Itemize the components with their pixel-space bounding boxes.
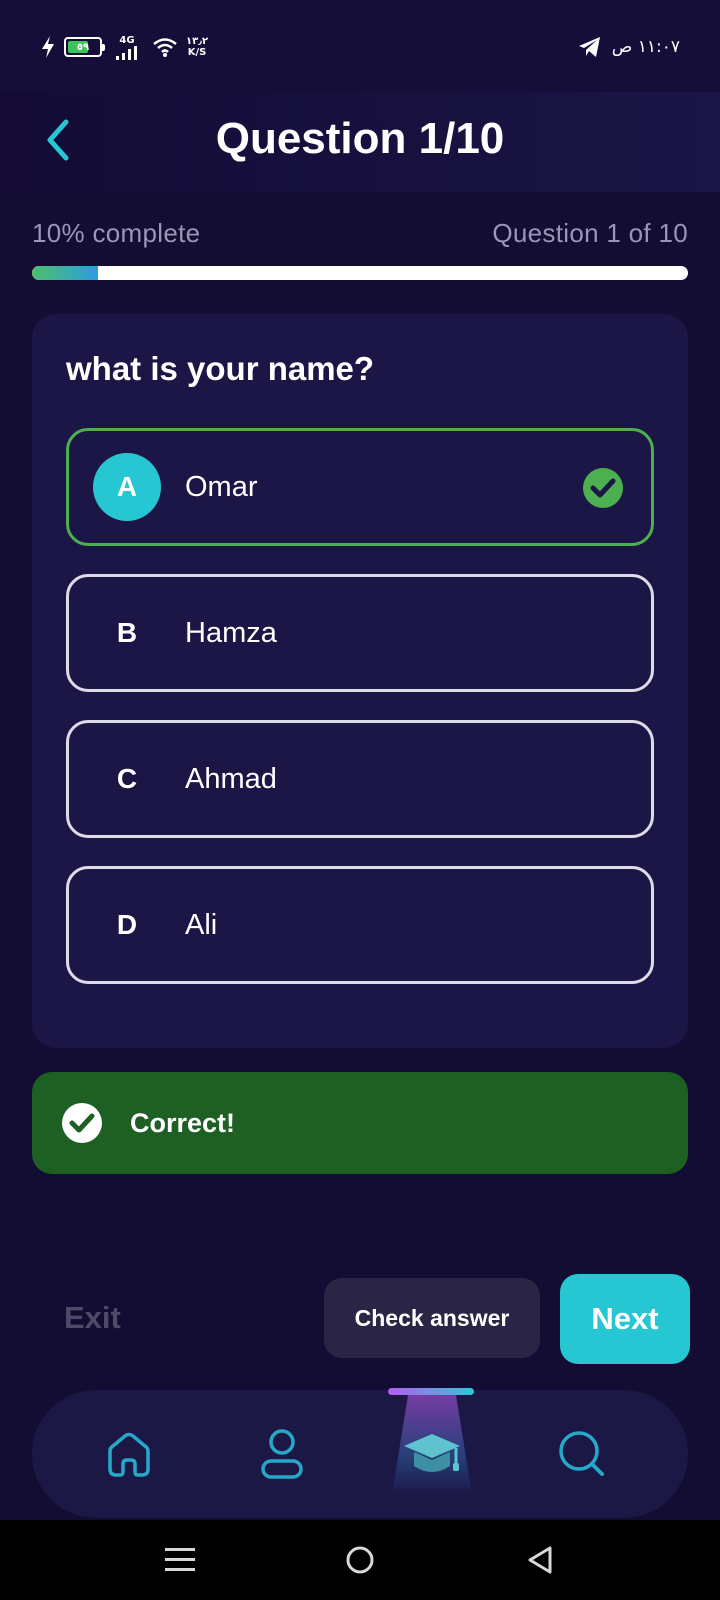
battery-level: ٥٩ bbox=[76, 41, 90, 53]
bottom-nav bbox=[32, 1388, 688, 1518]
net-speed-unit: K/S bbox=[187, 47, 207, 58]
nav-search[interactable] bbox=[532, 1390, 632, 1518]
option-letter: C bbox=[116, 763, 138, 794]
feedback-text: Correct! bbox=[130, 1107, 236, 1138]
wifi-icon bbox=[153, 38, 177, 57]
option-c[interactable]: C Ahmad bbox=[66, 720, 654, 838]
option-letter: B bbox=[116, 617, 138, 648]
option-letter: D bbox=[116, 909, 138, 940]
menu-icon bbox=[165, 1548, 195, 1571]
next-button[interactable]: Next bbox=[560, 1274, 690, 1364]
option-label: Omar bbox=[185, 470, 258, 503]
option-d[interactable]: D Ali bbox=[66, 866, 654, 984]
option-label: Ahmad bbox=[185, 762, 277, 795]
profile-icon bbox=[261, 1429, 303, 1479]
triangle-back-icon bbox=[528, 1546, 552, 1574]
signal-icon bbox=[116, 45, 137, 60]
nav-profile[interactable] bbox=[232, 1390, 332, 1518]
charging-icon bbox=[42, 36, 54, 58]
clock: ١١:٠٧ ص bbox=[611, 37, 680, 57]
progress-bar-fill bbox=[32, 266, 98, 280]
option-letter: A bbox=[93, 453, 161, 521]
check-answer-button[interactable]: Check answer bbox=[324, 1278, 540, 1358]
progress-percent-label: 10% complete bbox=[32, 217, 201, 248]
question-counter: Question 1 of 10 bbox=[492, 217, 688, 248]
exit-button[interactable]: Exit bbox=[64, 1300, 121, 1336]
status-bar: ٥٩ 4G ١٣٫٢ K/S ١١:٠٧ ص bbox=[0, 0, 720, 92]
question-text: what is your name? bbox=[66, 350, 375, 387]
circle-icon bbox=[346, 1546, 374, 1574]
battery-icon: ٥٩ bbox=[64, 37, 105, 57]
check-circle-icon bbox=[62, 1103, 102, 1143]
progress-bar bbox=[32, 266, 688, 280]
page-title: Question 1/10 bbox=[215, 114, 505, 163]
cellular-signal: 4G bbox=[116, 35, 138, 60]
home-button[interactable] bbox=[320, 1520, 400, 1600]
header: Question 1/10 bbox=[0, 92, 720, 192]
status-left: ٥٩ 4G ١٣٫٢ K/S bbox=[40, 34, 208, 60]
search-icon bbox=[559, 1431, 604, 1476]
net-speed-value: ١٣٫٢ bbox=[186, 36, 209, 47]
graduation-cap-icon bbox=[404, 1434, 460, 1472]
option-label: Ali bbox=[185, 908, 218, 941]
telegram-icon bbox=[578, 37, 600, 57]
home-icon bbox=[108, 1432, 150, 1477]
recents-button[interactable] bbox=[140, 1520, 220, 1600]
nav-home[interactable] bbox=[79, 1390, 179, 1518]
system-nav-bar bbox=[0, 1520, 720, 1600]
option-a[interactable]: A Omar bbox=[66, 428, 654, 546]
question-card: what is your name? A Omar B Hamza C Ahma… bbox=[32, 314, 688, 1048]
feedback-banner: Correct! bbox=[32, 1072, 688, 1174]
option-b[interactable]: B Hamza bbox=[66, 574, 654, 692]
progress-labels: 10% complete Question 1 of 10 bbox=[32, 216, 688, 250]
network-type: 4G bbox=[119, 34, 135, 46]
back-system-button[interactable] bbox=[500, 1520, 580, 1600]
nav-courses[interactable] bbox=[382, 1390, 482, 1518]
status-right: ١١:٠٧ ص bbox=[578, 34, 680, 60]
check-circle-icon bbox=[583, 468, 623, 508]
option-label: Hamza bbox=[185, 616, 277, 649]
net-speed: ١٣٫٢ K/S bbox=[186, 36, 208, 58]
